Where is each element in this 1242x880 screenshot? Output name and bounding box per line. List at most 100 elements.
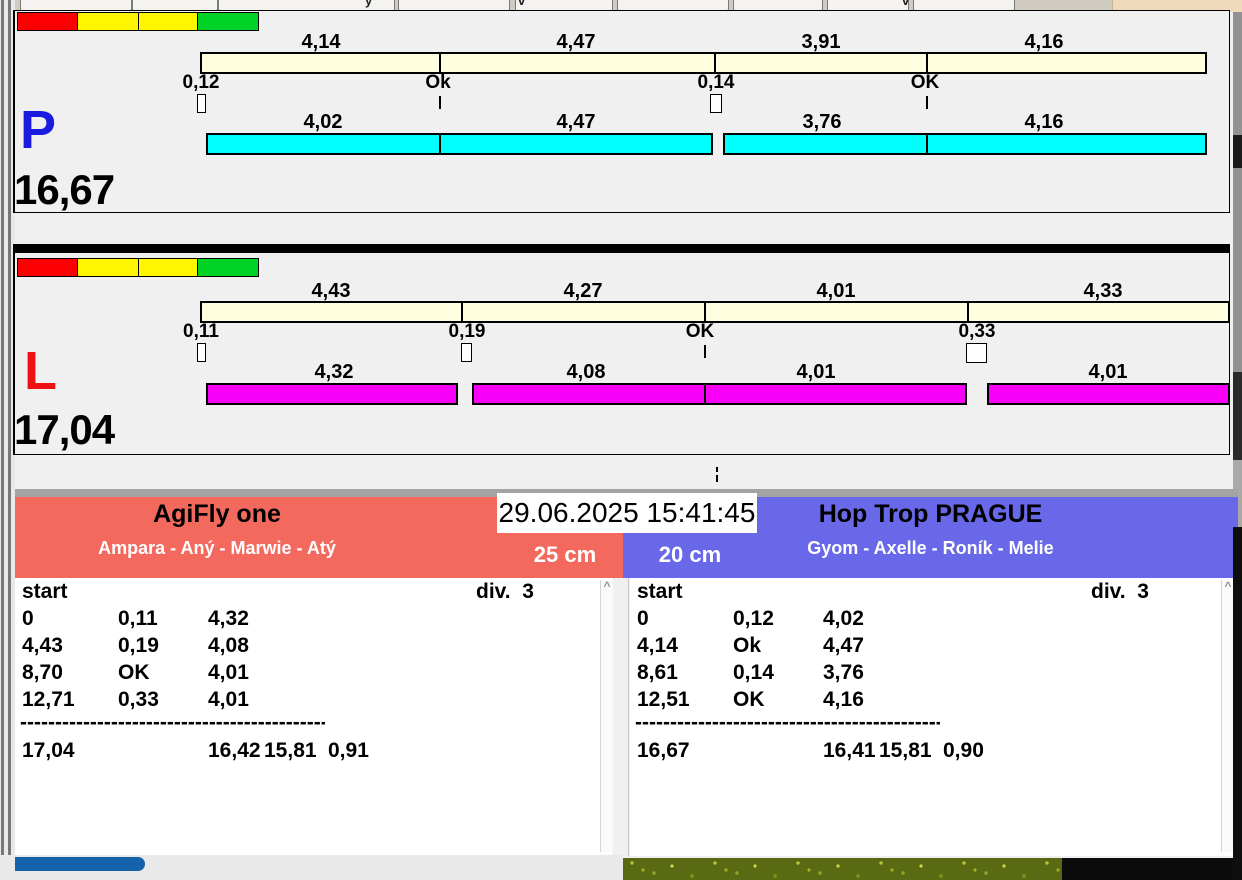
table-cell: 0,14 (733, 662, 774, 684)
plan-bar-divider (704, 301, 706, 323)
table-separator-dashes: ----------------------------------------… (20, 712, 325, 734)
plan-segment-time: 4,27 (535, 280, 631, 303)
combo-caret-icon: v (902, 0, 909, 8)
changeover-gap-marker (197, 343, 206, 362)
changeover-gap-marker (197, 94, 206, 113)
table-cell: 4,14 (637, 635, 678, 657)
run-segment-time: 4,01 (1060, 361, 1156, 384)
table-cell: 4,01 (208, 662, 249, 684)
toolbar-button[interactable] (733, 0, 823, 10)
plan-segment-time: 4,47 (528, 31, 624, 54)
legend-yellow-swatch (138, 12, 198, 31)
ok-tick-marker (926, 96, 928, 109)
toolbar-button[interactable] (20, 0, 132, 10)
team-name: AgiFly one (17, 500, 417, 529)
table-cell: 0,11 (118, 608, 158, 630)
toolbar-button[interactable] (398, 0, 510, 10)
plan-bar-l (200, 301, 1230, 323)
table-separator-dashes: ----------------------------------------… (635, 712, 940, 734)
timeline-tick (716, 467, 718, 472)
lane-total-p: 16,67 (14, 169, 114, 211)
team-members: Ampara - Aný - Marwie - Atý (17, 538, 417, 559)
run-bar-divider (926, 133, 928, 155)
window-right-border (1233, 12, 1242, 135)
ok-tick-marker (704, 345, 706, 358)
table-div-label: div. 3 (1091, 581, 1149, 603)
video-feed-dark (1062, 858, 1242, 880)
lane-letter-p: P (20, 103, 56, 157)
legend-yellow-swatch (77, 258, 139, 277)
changeover-label: 0,14 (676, 72, 756, 94)
changeover-label: OK (660, 321, 740, 343)
scroll-up-icon[interactable]: ^ (601, 580, 613, 592)
datetime-display: 29.06.2025 15:41:45 (497, 493, 757, 533)
table-total: 0,90 (943, 740, 984, 762)
border-line (8, 0, 11, 857)
plan-segment-time: 4,33 (1055, 280, 1151, 303)
run-segment-time: 4,08 (538, 361, 634, 384)
run-segment-time: 4,02 (275, 111, 371, 134)
plan-bar-divider (439, 52, 441, 74)
table-total: 16,67 (637, 740, 690, 762)
table-total: 15,81 (264, 740, 317, 762)
toolbar-button[interactable] (132, 0, 218, 10)
table-cell: 0 (22, 608, 34, 630)
table-total: 16,42 (208, 740, 261, 762)
toolbar-button[interactable] (617, 0, 729, 10)
toolbar-button[interactable] (913, 0, 1015, 10)
run-bar-p (723, 133, 1207, 155)
table-total: 16,41 (823, 740, 876, 762)
changeover-label: 0,11 (161, 321, 241, 343)
run-bar-l (472, 383, 967, 405)
plan-segment-time: 4,16 (996, 31, 1092, 54)
lane-letter-l: L (24, 344, 57, 398)
plan-bar-divider (967, 301, 969, 323)
table-cell: 4,47 (823, 635, 864, 657)
panel-divider (628, 578, 629, 856)
run-segment-time: 4,16 (996, 111, 1092, 134)
window-right-border (1233, 135, 1242, 168)
table-div-label: div. 3 (476, 581, 534, 603)
table-cell: 4,16 (823, 689, 864, 711)
plan-segment-time: 4,43 (283, 280, 379, 303)
plan-segment-time: 4,14 (273, 31, 369, 54)
table-cell: 3,76 (823, 662, 864, 684)
table-cell: OK (733, 689, 765, 711)
lane-total-l: 17,04 (14, 409, 114, 451)
table-cell: 0,12 (733, 608, 774, 630)
changeover-gap-marker (710, 94, 722, 113)
run-segment-time: 4,47 (528, 111, 624, 134)
plan-bar-divider (714, 52, 716, 74)
run-bar-divider (704, 383, 706, 405)
table-cell: 8,70 (22, 662, 63, 684)
plan-bar-divider (461, 301, 463, 323)
taskbar-fragment (15, 857, 145, 871)
table-total: 0,91 (328, 740, 369, 762)
plan-segment-time: 3,91 (773, 31, 869, 54)
changeover-gap-marker (461, 343, 472, 362)
table-cell: 12,51 (637, 689, 690, 711)
changeover-gap-marker (966, 343, 987, 363)
window-right-border (1233, 168, 1242, 372)
window-right-border (1233, 372, 1242, 460)
table-cell: 4,08 (208, 635, 249, 657)
table-cell: OK (118, 662, 150, 684)
jump-height-badge: 25 cm (525, 542, 605, 568)
scrollbar[interactable]: ^ (600, 580, 613, 852)
legend-red-swatch (17, 12, 78, 31)
table-cell: 4,02 (823, 608, 864, 630)
plan-bar-p (200, 52, 1207, 74)
changeover-label: 0,12 (161, 72, 241, 94)
combo-caret-icon: v (518, 0, 525, 8)
plan-segment-time: 4,01 (788, 280, 884, 303)
table-start-label: start (637, 581, 683, 603)
toolbar-button[interactable] (515, 0, 613, 10)
legend-yellow-swatch (77, 12, 139, 31)
run-bar-p (206, 133, 713, 155)
legend-green-swatch (197, 12, 259, 31)
legend-red-swatch (17, 258, 78, 277)
toolbar-button[interactable] (827, 0, 909, 10)
toolbar: y v v (15, 0, 1112, 10)
plan-bar-divider (926, 52, 928, 74)
table-cell: 0 (637, 608, 649, 630)
